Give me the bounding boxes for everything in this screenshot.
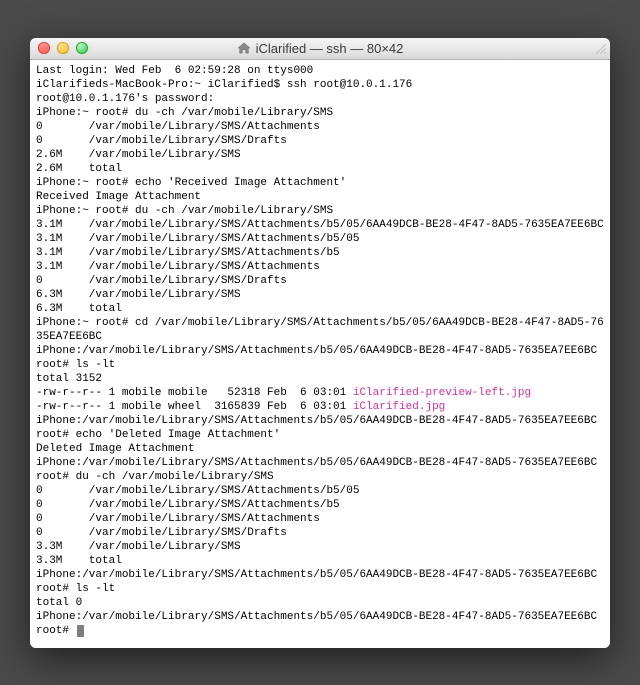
terminal-line: iClarifieds-MacBook-Pro:~ iClarified$ ss… (36, 78, 604, 92)
terminal-line: 3.1M /var/mobile/Library/SMS/Attachments… (36, 218, 604, 232)
terminal-line: 0 /var/mobile/Library/SMS/Attachments/b5… (36, 484, 604, 498)
filename: iClarified.jpg (353, 401, 445, 413)
terminal-line: 0 /var/mobile/Library/SMS/Drafts (36, 526, 604, 540)
terminal-line: 6.3M total (36, 302, 604, 316)
titlebar[interactable]: iClarified — ssh — 80×42 (30, 38, 610, 60)
terminal-text: iPhone:~ root# du -ch /var/mobile/Librar… (36, 107, 333, 119)
terminal-text: 3.1M /var/mobile/Library/SMS/Attachments (36, 261, 320, 273)
window-title-text: iClarified — ssh — 80×42 (256, 41, 404, 56)
terminal-text: 0 /var/mobile/Library/SMS/Attachments/b5… (36, 485, 359, 497)
terminal-line: iPhone:~ root# du -ch /var/mobile/Librar… (36, 204, 604, 218)
terminal-text: total 0 (36, 597, 82, 609)
terminal-text: 3.1M /var/mobile/Library/SMS/Attachments… (36, 233, 359, 245)
terminal-line: iPhone:/var/mobile/Library/SMS/Attachmen… (36, 456, 604, 484)
terminal-line: 3.1M /var/mobile/Library/SMS/Attachments… (36, 232, 604, 246)
terminal-window: iClarified — ssh — 80×42 Last login: Wed… (30, 38, 610, 648)
terminal-text: -rw-r--r-- 1 mobile mobile 52318 Feb 6 0… (36, 387, 353, 399)
terminal-text: 2.6M total (36, 163, 122, 175)
terminal-text: -rw-r--r-- 1 mobile wheel 3165839 Feb 6 … (36, 401, 353, 413)
terminal-line: iPhone:/var/mobile/Library/SMS/Attachmen… (36, 568, 604, 596)
filename: iClarified-preview-left.jpg (353, 387, 531, 399)
terminal-line: 3.1M /var/mobile/Library/SMS/Attachments… (36, 246, 604, 260)
terminal-text: 3.3M total (36, 555, 122, 567)
terminal-line: -rw-r--r-- 1 mobile wheel 3165839 Feb 6 … (36, 400, 604, 414)
terminal-text: 3.1M /var/mobile/Library/SMS/Attachments… (36, 219, 604, 231)
terminal-text: iPhone:~ root# du -ch /var/mobile/Librar… (36, 205, 333, 217)
resize-handle-icon[interactable] (593, 41, 607, 55)
terminal-line: iPhone:~ root# cd /var/mobile/Library/SM… (36, 316, 604, 344)
terminal-line: iPhone:~ root# du -ch /var/mobile/Librar… (36, 106, 604, 120)
terminal-line: root@10.0.1.176's password: (36, 92, 604, 106)
terminal-line: 2.6M total (36, 162, 604, 176)
terminal-line: 3.3M /var/mobile/Library/SMS (36, 540, 604, 554)
terminal-line: Received Image Attachment (36, 190, 604, 204)
window-controls (38, 42, 88, 54)
terminal-text: iPhone:~ root# cd /var/mobile/Library/SM… (36, 317, 604, 343)
terminal-text: 0 /var/mobile/Library/SMS/Attachments/b5 (36, 499, 340, 511)
home-icon (237, 42, 251, 54)
terminal-text: iPhone:/var/mobile/Library/SMS/Attachmen… (36, 611, 604, 637)
terminal-text: iPhone:/var/mobile/Library/SMS/Attachmen… (36, 457, 604, 483)
terminal-text: iPhone:/var/mobile/Library/SMS/Attachmen… (36, 345, 604, 371)
terminal-text: 6.3M total (36, 303, 122, 315)
minimize-icon[interactable] (57, 42, 69, 54)
terminal-text: Deleted Image Attachment (36, 443, 194, 455)
terminal-text: iPhone:/var/mobile/Library/SMS/Attachmen… (36, 569, 604, 595)
terminal-text: 3.3M /var/mobile/Library/SMS (36, 541, 241, 553)
terminal-line: iPhone:/var/mobile/Library/SMS/Attachmen… (36, 610, 604, 638)
terminal-line: iPhone:/var/mobile/Library/SMS/Attachmen… (36, 344, 604, 372)
terminal-text: Last login: Wed Feb 6 02:59:28 on ttys00… (36, 65, 313, 77)
terminal-line: 3.3M total (36, 554, 604, 568)
terminal-line: 0 /var/mobile/Library/SMS/Drafts (36, 274, 604, 288)
terminal-line: 3.1M /var/mobile/Library/SMS/Attachments (36, 260, 604, 274)
terminal-line: 0 /var/mobile/Library/SMS/Drafts (36, 134, 604, 148)
terminal-text: 6.3M /var/mobile/Library/SMS (36, 289, 241, 301)
terminal-text: 0 /var/mobile/Library/SMS/Drafts (36, 527, 287, 539)
terminal-line: -rw-r--r-- 1 mobile mobile 52318 Feb 6 0… (36, 386, 604, 400)
terminal-line: 2.6M /var/mobile/Library/SMS (36, 148, 604, 162)
terminal-line: 0 /var/mobile/Library/SMS/Attachments/b5 (36, 498, 604, 512)
terminal-text: root@10.0.1.176's password: (36, 93, 214, 105)
close-icon[interactable] (38, 42, 50, 54)
terminal-text: 2.6M /var/mobile/Library/SMS (36, 149, 241, 161)
terminal-line: 0 /var/mobile/Library/SMS/Attachments (36, 512, 604, 526)
window-title: iClarified — ssh — 80×42 (30, 41, 610, 56)
terminal-text: 0 /var/mobile/Library/SMS/Drafts (36, 275, 287, 287)
terminal-text: 3.1M /var/mobile/Library/SMS/Attachments… (36, 247, 340, 259)
zoom-icon[interactable] (76, 42, 88, 54)
terminal-text: iClarifieds-MacBook-Pro:~ iClarified$ ss… (36, 79, 412, 91)
terminal-text: iPhone:~ root# echo 'Received Image Atta… (36, 177, 346, 189)
terminal-text: 0 /var/mobile/Library/SMS/Attachments (36, 121, 320, 133)
terminal-text: total 3152 (36, 373, 102, 385)
terminal-line: Deleted Image Attachment (36, 442, 604, 456)
terminal-line: 6.3M /var/mobile/Library/SMS (36, 288, 604, 302)
terminal-line: iPhone:~ root# echo 'Received Image Atta… (36, 176, 604, 190)
terminal-text: 0 /var/mobile/Library/SMS/Drafts (36, 135, 287, 147)
terminal-line: 0 /var/mobile/Library/SMS/Attachments (36, 120, 604, 134)
terminal-line: iPhone:/var/mobile/Library/SMS/Attachmen… (36, 414, 604, 442)
terminal-content[interactable]: Last login: Wed Feb 6 02:59:28 on ttys00… (30, 60, 610, 648)
terminal-text: iPhone:/var/mobile/Library/SMS/Attachmen… (36, 415, 604, 441)
terminal-text: 0 /var/mobile/Library/SMS/Attachments (36, 513, 320, 525)
terminal-line: total 0 (36, 596, 604, 610)
cursor-icon (77, 625, 84, 637)
terminal-line: Last login: Wed Feb 6 02:59:28 on ttys00… (36, 64, 604, 78)
terminal-text: Received Image Attachment (36, 191, 201, 203)
terminal-line: total 3152 (36, 372, 604, 386)
